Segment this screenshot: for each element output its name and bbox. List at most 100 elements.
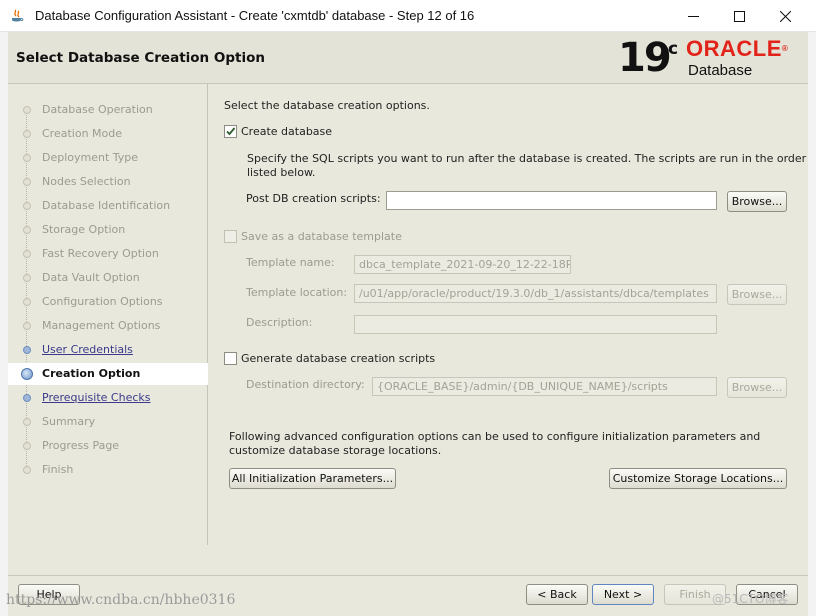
nav-step-prerequisite-checks[interactable]: Prerequisite Checks [8,387,208,409]
step-indicator-icon [23,466,31,474]
step-indicator-icon [23,130,31,138]
nav-step-database-operation: Database Operation [8,99,208,121]
nav-step-summary: Summary [8,411,208,433]
step-indicator-icon [23,394,31,402]
nav-step-label: Creation Option [42,367,141,380]
creation-option-panel: Select the database creation options. Cr… [208,84,808,545]
save-template-label: Save as a database template [241,230,402,243]
wizard-body: Database Operation Creation Mode Deploymen… [8,84,808,575]
template-description-input[interactable] [354,315,717,334]
template-location-label: Template location: [246,286,348,299]
generate-scripts-label: Generate database creation scripts [241,352,436,365]
step-indicator-icon [23,442,31,450]
nav-step-label: Database Identification [42,199,171,212]
step-indicator-icon [23,322,31,330]
window-titlebar: Database Configuration Assistant - Creat… [0,0,816,32]
nav-step-user-credentials[interactable]: User Credentials [8,339,208,361]
nav-step-management-options: Management Options [8,315,208,337]
post-scripts-label: Post DB creation scripts: [246,192,381,205]
nav-step-label: Prerequisite Checks [42,391,151,404]
minimize-button[interactable] [670,0,716,32]
template-location-browse-button[interactable]: Browse... [727,284,787,305]
wizard-header: Select Database Creation Option 19 c ORA… [8,32,808,84]
post-scripts-input[interactable] [386,191,717,210]
logo-brand-text: ORACLE [686,36,782,61]
logo-brand: ORACLE® [686,37,788,61]
nav-step-label: Configuration Options [42,295,163,308]
java-app-icon [12,9,24,22]
nav-step-creation-option: Creation Option [8,363,208,385]
template-description-label: Description: [246,316,313,329]
nav-step-label: Summary [42,415,96,428]
template-location-input[interactable]: /u01/app/oracle/product/19.3.0/db_1/assi… [354,284,717,303]
nav-step-fast-recovery-option: Fast Recovery Option [8,243,208,265]
advanced-options-line2: customize database storage locations. [229,444,442,457]
step-indicator-icon [23,202,31,210]
step-indicator-icon [23,154,31,162]
destination-directory-label: Destination directory: [246,378,365,391]
logo-product: Database [688,62,753,79]
source-watermark: https://www.cndba.cn/hbhe0316 [6,592,236,608]
nav-step-label: Storage Option [42,223,126,236]
checkmark-icon [226,127,236,136]
background-window-edge [0,32,8,616]
nav-step-label: Progress Page [42,439,120,452]
nav-step-label: Deployment Type [42,151,139,164]
nav-step-label: Management Options [42,319,161,332]
nav-step-creation-mode: Creation Mode [8,123,208,145]
window-title: Database Configuration Assistant - Creat… [35,8,475,23]
close-icon [779,10,791,22]
all-init-parameters-button[interactable]: All Initialization Parameters... [229,468,396,489]
step-indicator-icon [23,274,31,282]
nav-step-finish: Finish [8,459,208,481]
generate-scripts-checkbox[interactable] [224,352,237,365]
maximize-button[interactable] [716,0,762,32]
page-title: Select Database Creation Option [16,50,265,66]
step-indicator-icon [23,178,31,186]
post-scripts-browse-button[interactable]: Browse... [727,191,787,212]
next-button[interactable]: Next > [592,584,654,605]
step-indicator-icon [21,368,33,380]
step-indicator-icon [23,226,31,234]
nav-step-label: Creation Mode [42,127,123,140]
step-indicator-icon [23,250,31,258]
nav-step-label: Data Vault Option [42,271,140,284]
destination-directory-input[interactable]: {ORACLE_BASE}/admin/{DB_UNIQUE_NAME}/scr… [372,377,717,396]
nav-step-label: Finish [42,463,74,476]
advanced-options-line1: Following advanced configuration options… [229,430,761,443]
wizard-steps-nav: Database Operation Creation Mode Deploymen… [8,84,208,545]
save-template-checkbox[interactable] [224,230,237,243]
nav-step-progress-page: Progress Page [8,435,208,457]
background-window-edge-right [808,32,816,616]
create-database-label: Create database [241,125,333,138]
step-indicator-icon [23,106,31,114]
customize-storage-locations-button[interactable]: Customize Storage Locations... [609,468,787,489]
nav-step-deployment-type: Deployment Type [8,147,208,169]
nav-step-label: Fast Recovery Option [42,247,159,260]
scripts-description-line2: listed below. [247,166,316,179]
nav-step-label: Nodes Selection [42,175,131,188]
scripts-description-line1: Specify the SQL scripts you want to run … [247,152,807,165]
nav-step-storage-option: Storage Option [8,219,208,241]
nav-step-label: Database Operation [42,103,153,116]
corner-watermark: @51CTO博客 [712,592,789,606]
step-indicator-icon [23,418,31,426]
nav-step-nodes-selection: Nodes Selection [8,171,208,193]
back-button[interactable]: < Back [526,584,588,605]
maximize-icon [733,10,745,22]
minimize-icon [687,15,699,17]
template-name-label: Template name: [246,256,335,269]
oracle-19c-logo: 19 c ORACLE® Database [618,36,804,82]
intro-text: Select the database creation options. [224,99,430,112]
step-indicator-icon [23,298,31,306]
nav-step-database-identification: Database Identification [8,195,208,217]
step-indicator-icon [23,346,31,354]
template-name-input[interactable]: dbca_template_2021-09-20_12-22-18PM [354,255,571,274]
create-database-checkbox[interactable] [224,125,237,138]
logo-version-suffix: c [668,39,679,59]
registered-mark-icon: ® [781,44,789,53]
nav-step-label: User Credentials [42,343,133,356]
nav-step-configuration-options: Configuration Options [8,291,208,313]
destination-browse-button[interactable]: Browse... [727,377,787,398]
close-button[interactable] [762,0,808,32]
